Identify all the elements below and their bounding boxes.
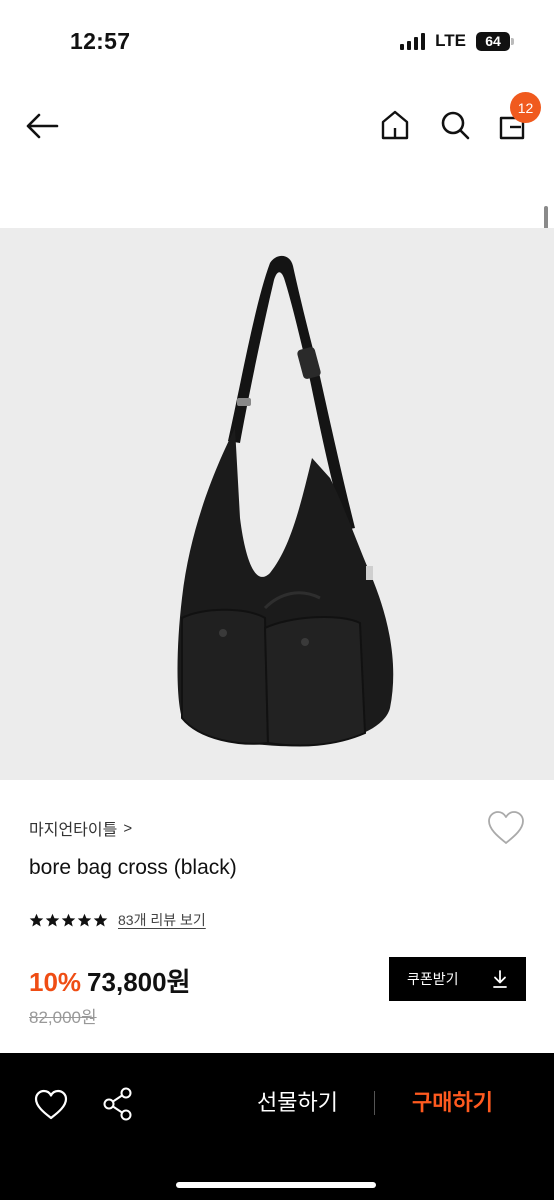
- heart-icon: [34, 1089, 68, 1120]
- buy-button[interactable]: 구매하기: [395, 1085, 510, 1121]
- discount-rate: 10%: [29, 967, 82, 997]
- status-indicators: LTE 64: [400, 31, 514, 51]
- star-icon: [29, 913, 44, 926]
- chevron-right-icon: >: [123, 819, 133, 837]
- heart-icon: [488, 811, 524, 844]
- wishlist-button[interactable]: [486, 810, 526, 848]
- coupon-download-button[interactable]: 쿠폰받기: [389, 957, 526, 1001]
- gift-button[interactable]: 선물하기: [240, 1085, 355, 1121]
- coupon-label: 쿠폰받기: [407, 971, 459, 987]
- star-icon: [77, 913, 92, 926]
- share-icon: [103, 1087, 132, 1121]
- sale-price: 73,800원: [87, 967, 191, 997]
- brand-name: 마지언타이틀: [29, 822, 118, 839]
- status-time: 12:57: [70, 28, 131, 54]
- price-row: 10% 73,800원: [29, 962, 191, 999]
- black-crossbody-bag-image: [177, 255, 394, 747]
- star-icon: [61, 913, 76, 926]
- nav-bar: [0, 80, 554, 170]
- search-button[interactable]: [437, 106, 473, 144]
- share-button[interactable]: [100, 1085, 138, 1123]
- rating-row: 83개 리뷰 보기: [29, 910, 206, 930]
- download-icon: [493, 970, 507, 988]
- network-label: LTE: [435, 31, 466, 50]
- product-name: bore bag cross (black): [29, 856, 237, 879]
- review-link[interactable]: 83개 리뷰 보기: [118, 910, 206, 930]
- bottom-action-bar: 선물하기 구매하기: [0, 1053, 554, 1200]
- battery-level: 64: [476, 31, 510, 51]
- home-button[interactable]: [377, 106, 413, 144]
- bottom-wishlist-button[interactable]: [33, 1089, 69, 1121]
- star-icon: [93, 913, 108, 926]
- status-bar: 12:57 LTE 64: [0, 0, 554, 80]
- home-indicator: [176, 1182, 376, 1188]
- product-image[interactable]: [0, 228, 554, 780]
- cart-count-badge: 12: [510, 92, 541, 123]
- brand-link[interactable]: 마지언타이틀 >: [29, 816, 132, 840]
- rating-stars: [29, 913, 108, 928]
- divider: [374, 1091, 375, 1115]
- search-icon: [441, 111, 470, 140]
- star-icon: [45, 913, 60, 926]
- original-price: 82,000원: [29, 1008, 97, 1027]
- back-arrow-icon: [26, 113, 59, 139]
- battery-icon: 64: [476, 31, 514, 51]
- home-icon: [381, 110, 409, 140]
- back-button[interactable]: [20, 108, 64, 144]
- signal-icon: [400, 32, 426, 50]
